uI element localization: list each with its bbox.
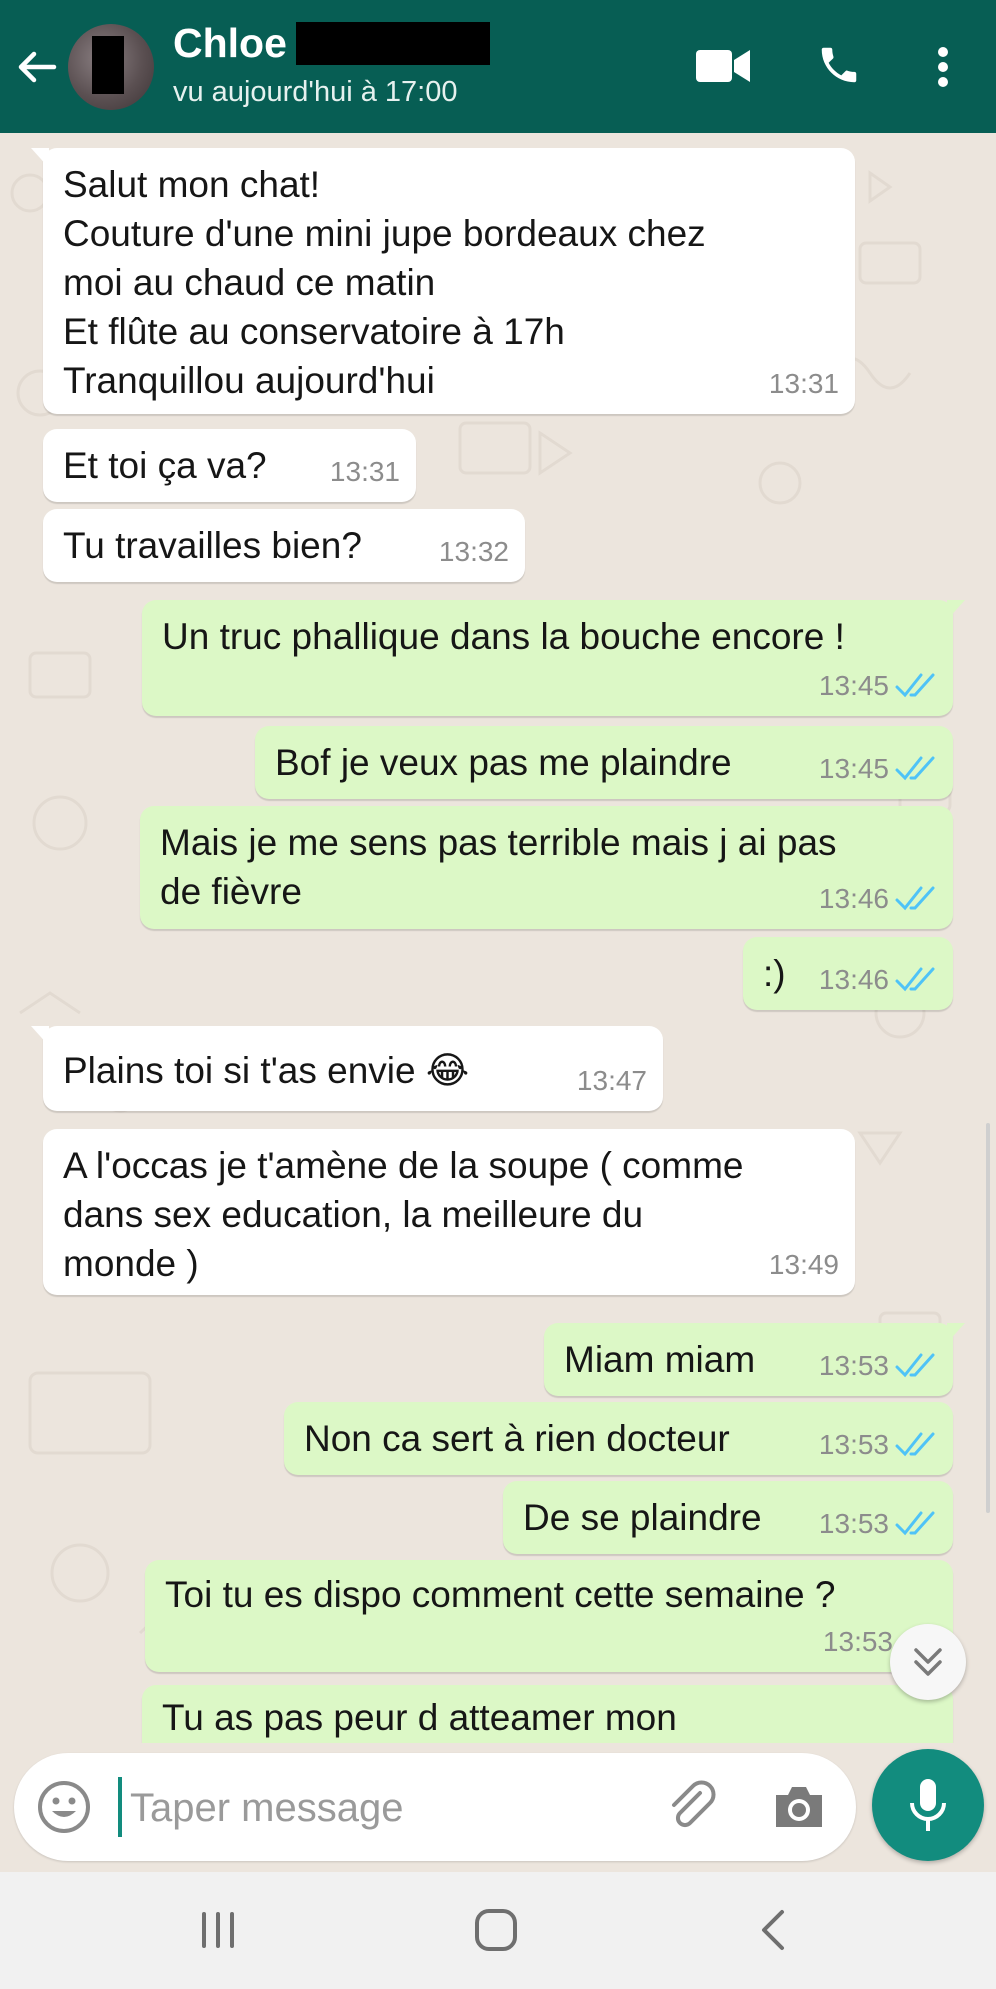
message-bubble-incoming[interactable]: Salut mon chat! Couture d'une mini jupe … xyxy=(31,148,855,414)
message-text: Plains toi si t'as envie 😂 xyxy=(63,1050,470,1091)
contact-name[interactable]: Chloe xyxy=(173,20,287,67)
message-bubble-outgoing[interactable]: :) 13:46 xyxy=(743,937,953,1010)
message-text: :) xyxy=(763,953,786,994)
message-list[interactable]: Salut mon chat! Couture d'une mini jupe … xyxy=(0,133,996,1743)
avatar-redaction xyxy=(92,36,124,94)
message-text: Bof je veux pas me plaindre xyxy=(275,742,732,783)
message-bubble-outgoing[interactable]: Miam miam 13:53 xyxy=(544,1323,965,1396)
bubble-tail xyxy=(947,1323,965,1343)
message-time: 13:53 xyxy=(818,1429,889,1460)
message-meta: 13:53 xyxy=(819,1499,937,1548)
camera-icon[interactable] xyxy=(772,1783,826,1831)
message-meta: 13:53 xyxy=(823,1617,893,1666)
message-bubble-incoming[interactable]: A l'occas je t'amène de la soupe ( comme… xyxy=(43,1129,855,1295)
voice-message-button[interactable] xyxy=(872,1749,984,1861)
read-ticks-icon xyxy=(895,1353,935,1378)
message-time: 13:46 xyxy=(818,883,889,914)
message-meta: 13:46 xyxy=(819,955,937,1004)
chat-header: Chloe vu aujourd'hui à 17:00 xyxy=(0,0,996,133)
scroll-to-bottom-button[interactable] xyxy=(890,1624,966,1700)
message-bubble-outgoing[interactable]: Non ca sert à rien docteur 13:53 xyxy=(284,1402,953,1475)
avatar[interactable] xyxy=(68,24,154,110)
home-icon[interactable] xyxy=(472,1906,520,1954)
video-call-icon[interactable] xyxy=(696,48,750,84)
message-meta: 13:53 xyxy=(819,1341,937,1390)
message-time: 13:45 xyxy=(818,753,889,784)
message-bubble-incoming[interactable]: Tu travailles bien? 13:32 xyxy=(43,509,525,582)
message-text: A l'occas je t'amène de la soupe ( comme… xyxy=(63,1145,744,1284)
system-navigation-bar xyxy=(0,1872,996,1989)
message-time: 13:53 xyxy=(818,1350,889,1381)
bubble-tail xyxy=(31,1026,49,1046)
read-ticks-icon xyxy=(895,1432,935,1457)
message-text: Et toi ça va? xyxy=(63,445,267,486)
message-bubble-outgoing[interactable]: De se plaindre 13:53 xyxy=(503,1481,953,1554)
message-bubble-incoming[interactable]: Et toi ça va? 13:31 xyxy=(43,429,416,502)
read-ticks-icon xyxy=(895,673,935,698)
message-text: Toi tu es dispo comment cette semaine ? xyxy=(165,1574,836,1615)
message-time: 13:53 xyxy=(818,1508,889,1539)
phone-icon[interactable] xyxy=(816,42,862,88)
read-ticks-icon xyxy=(895,1511,935,1536)
message-time: 13:45 xyxy=(818,670,889,701)
message-bubble-outgoing[interactable]: Toi tu es dispo comment cette semaine ? … xyxy=(145,1560,953,1672)
emoji-icon[interactable] xyxy=(36,1779,92,1835)
read-ticks-icon xyxy=(895,967,935,992)
message-text: Non ca sert à rien docteur xyxy=(304,1418,730,1459)
message-bubble-outgoing[interactable]: Tu as pas peur d atteamer mon xyxy=(142,1685,953,1743)
message-time: 13:32 xyxy=(438,536,509,567)
message-meta: 13:45 xyxy=(819,661,937,710)
message-bubble-outgoing[interactable]: Mais je me sens pas terrible mais j ai p… xyxy=(140,806,953,929)
message-text: Tu travailles bien? xyxy=(63,525,362,566)
last-seen-status: vu aujourd'hui à 17:00 xyxy=(173,76,458,108)
message-bubble-outgoing[interactable]: Bof je veux pas me plaindre 13:45 xyxy=(255,726,953,799)
back-arrow-icon[interactable] xyxy=(14,44,60,90)
scrollbar-edge[interactable] xyxy=(986,1123,990,1513)
more-vert-icon[interactable] xyxy=(931,44,955,90)
message-meta: 13:46 xyxy=(819,874,937,923)
message-composer xyxy=(14,1753,856,1861)
message-meta: 13:45 xyxy=(819,744,937,793)
read-ticks-icon xyxy=(895,756,935,781)
message-meta: 13:53 xyxy=(819,1420,937,1469)
message-time: 13:47 xyxy=(576,1065,647,1096)
double-chevron-down-icon xyxy=(914,1648,942,1676)
back-icon[interactable] xyxy=(756,1906,790,1954)
recent-apps-icon[interactable] xyxy=(198,1910,238,1950)
read-ticks-icon xyxy=(895,886,935,911)
name-redaction xyxy=(296,22,490,65)
message-time: 13:46 xyxy=(818,964,889,995)
message-text: De se plaindre xyxy=(523,1497,762,1538)
message-text: Un truc phallique dans la bouche encore … xyxy=(162,616,845,657)
microphone-icon xyxy=(910,1779,946,1831)
message-time: 13:53 xyxy=(822,1626,893,1657)
message-input[interactable] xyxy=(128,1775,652,1841)
message-time: 13:31 xyxy=(329,456,400,487)
bubble-tail xyxy=(947,600,965,620)
message-text: Mais je me sens pas terrible mais j ai p… xyxy=(160,822,837,912)
message-time: 13:49 xyxy=(768,1249,839,1280)
bubble-tail xyxy=(31,148,49,168)
message-bubble-incoming[interactable]: Plains toi si t'as envie 😂 13:47 xyxy=(31,1026,663,1111)
message-text: Tu as pas peur d atteamer mon xyxy=(162,1697,677,1738)
message-time: 13:31 xyxy=(768,368,839,399)
message-bubble-outgoing[interactable]: Un truc phallique dans la bouche encore … xyxy=(142,600,965,716)
message-text: Salut mon chat! Couture d'une mini jupe … xyxy=(63,164,706,401)
text-cursor xyxy=(118,1777,122,1837)
message-text: Miam miam xyxy=(564,1339,756,1380)
paperclip-icon[interactable] xyxy=(664,1779,720,1835)
